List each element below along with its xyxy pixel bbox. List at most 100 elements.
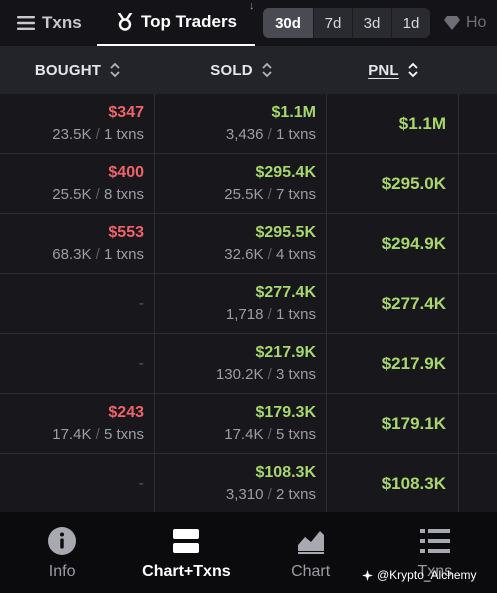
sold-value: $217.9K [255, 343, 317, 361]
nav-info[interactable]: Info [0, 512, 124, 593]
bought-amount: 25.5K [52, 185, 92, 203]
bought-amount: 23.5K [52, 125, 92, 143]
pnl-value: $179.1K [381, 413, 446, 433]
bought-cell: $243 17.4K / 5 txns [0, 394, 155, 453]
watermark: @Krypto_Alchemy [362, 568, 477, 582]
column-sold-label: SOLD [210, 61, 253, 79]
list-lines-icon [16, 13, 36, 33]
tab-top-traders[interactable]: Top Traders [97, 0, 255, 46]
time-filter-1d[interactable]: 1d [391, 8, 430, 38]
sold-txn-count: 2 txns [275, 485, 316, 503]
sold-value: $295.5K [255, 223, 317, 241]
pnl-cell: $179.1K [327, 394, 459, 453]
nav-chart-label: Chart [291, 562, 331, 580]
bought-cell: $347 23.5K / 1 txns [0, 94, 155, 153]
bought-cell: - [0, 334, 155, 393]
pnl-cell: $1.1M [327, 94, 459, 153]
bought-value: $553 [108, 223, 144, 241]
pnl-value: $277.4K [381, 293, 446, 313]
list-icon [419, 525, 451, 557]
column-bought[interactable]: BOUGHT [0, 46, 155, 94]
extra-cell [459, 334, 497, 393]
sold-detail: 17.4K / 5 txns [224, 425, 316, 445]
tab-txns-label: Txns [42, 13, 82, 32]
bought-cell: - [0, 454, 155, 513]
tab-top-traders-label: Top Traders [140, 12, 238, 31]
table-header: BOUGHT SOLD PNL [0, 46, 497, 94]
sold-cell: $108.3K 3,310 / 2 txns [155, 454, 327, 513]
sort-icon [262, 62, 272, 78]
bought-txn-count: 1 txns [103, 125, 144, 143]
sold-amount: 3,310 [225, 485, 264, 503]
bought-cell: $553 68.3K / 1 txns [0, 214, 155, 273]
pnl-cell: $108.3K [327, 454, 459, 513]
table-row[interactable]: $243 17.4K / 5 txns $179.3K 17.4K / 5 txns $… [0, 394, 497, 454]
pnl-value: $295.0K [381, 173, 446, 193]
sold-txn-count: 1 txns [275, 305, 316, 323]
sold-txn-count: 1 txns [275, 125, 316, 143]
bought-detail: 23.5K / 1 txns [52, 125, 144, 145]
sold-cell: $217.9K 130.2K / 3 txns [155, 334, 327, 393]
nav-chart-txns-label: Chart+Txns [142, 562, 231, 580]
sold-txn-count: 4 txns [275, 245, 316, 263]
sold-amount: 3,436 [225, 125, 264, 143]
pnl-value: $108.3K [381, 473, 446, 493]
table-row[interactable]: $553 68.3K / 1 txns $295.5K 32.6K / 4 txns $… [0, 214, 497, 274]
separator: / [263, 245, 276, 263]
sold-cell: $1.1M 3,436 / 1 txns [155, 94, 327, 153]
bought-txn-count: 8 txns [103, 185, 144, 203]
bought-cell: - [0, 274, 155, 333]
sold-amount: 1,718 [225, 305, 264, 323]
bought-value: - [138, 294, 144, 312]
extra-cell [459, 154, 497, 213]
column-sold[interactable]: SOLD [155, 46, 327, 94]
time-filter-7d[interactable]: 7d [313, 8, 352, 38]
bought-txn-count: 5 txns [103, 425, 144, 443]
diamond-icon [444, 16, 460, 30]
chart-txns-icon [170, 525, 202, 557]
separator: / [91, 125, 104, 143]
tab-txns[interactable]: Txns [0, 0, 97, 46]
sold-detail: 32.6K / 4 txns [224, 245, 316, 265]
info-icon [46, 525, 78, 557]
top-tab-bar: Txns Top Traders 30d 7d 3d 1d Ho ↓ [0, 0, 497, 46]
column-extra [459, 46, 497, 94]
traders-table-body: $347 23.5K / 1 txns $1.1M 3,436 / 1 txns $1.… [0, 94, 497, 514]
sold-cell: $295.5K 32.6K / 4 txns [155, 214, 327, 273]
sold-value: $295.4K [255, 163, 317, 181]
sort-desc-icon [408, 62, 418, 78]
sold-amount: 130.2K [215, 365, 264, 383]
sold-txn-count: 7 txns [275, 185, 316, 203]
table-row[interactable]: - $108.3K 3,310 / 2 txns $108.3K [0, 454, 497, 514]
pnl-cell: $295.0K [327, 154, 459, 213]
pnl-value: $294.9K [381, 233, 446, 253]
sold-value: $179.3K [255, 403, 317, 421]
tab-holders-label: Ho [466, 14, 487, 31]
separator: / [263, 305, 276, 323]
bought-detail: 25.5K / 8 txns [52, 185, 144, 205]
sold-detail: 25.5K / 7 txns [224, 185, 316, 205]
table-row[interactable]: - $277.4K 1,718 / 1 txns $277.4K [0, 274, 497, 334]
nav-chart-txns[interactable]: Chart+Txns [124, 512, 248, 593]
bought-value: $347 [108, 103, 144, 121]
nav-chart[interactable]: Chart [249, 512, 373, 593]
sold-value: $1.1M [271, 103, 316, 121]
tab-holders[interactable]: Ho [444, 14, 486, 32]
time-filter-3d[interactable]: 3d [352, 8, 391, 38]
separator: / [263, 425, 276, 443]
extra-cell [459, 394, 497, 453]
column-bought-label: BOUGHT [34, 61, 102, 79]
time-filter-30d[interactable]: 30d [263, 8, 313, 38]
sort-icon [110, 62, 120, 78]
column-pnl[interactable]: PNL [327, 46, 459, 94]
table-row[interactable]: - $217.9K 130.2K / 3 txns $217.9K [0, 334, 497, 394]
separator: / [263, 365, 276, 383]
sold-cell: $179.3K 17.4K / 5 txns [155, 394, 327, 453]
sold-detail: 3,436 / 1 txns [226, 125, 316, 145]
bought-value: $400 [108, 163, 144, 181]
table-row[interactable]: $400 25.5K / 8 txns $295.4K 25.5K / 7 txns $… [0, 154, 497, 214]
bought-txn-count: 1 txns [103, 245, 144, 263]
sold-txn-count: 3 txns [275, 365, 316, 383]
bought-value: - [138, 474, 144, 492]
table-row[interactable]: $347 23.5K / 1 txns $1.1M 3,436 / 1 txns $1.… [0, 94, 497, 154]
